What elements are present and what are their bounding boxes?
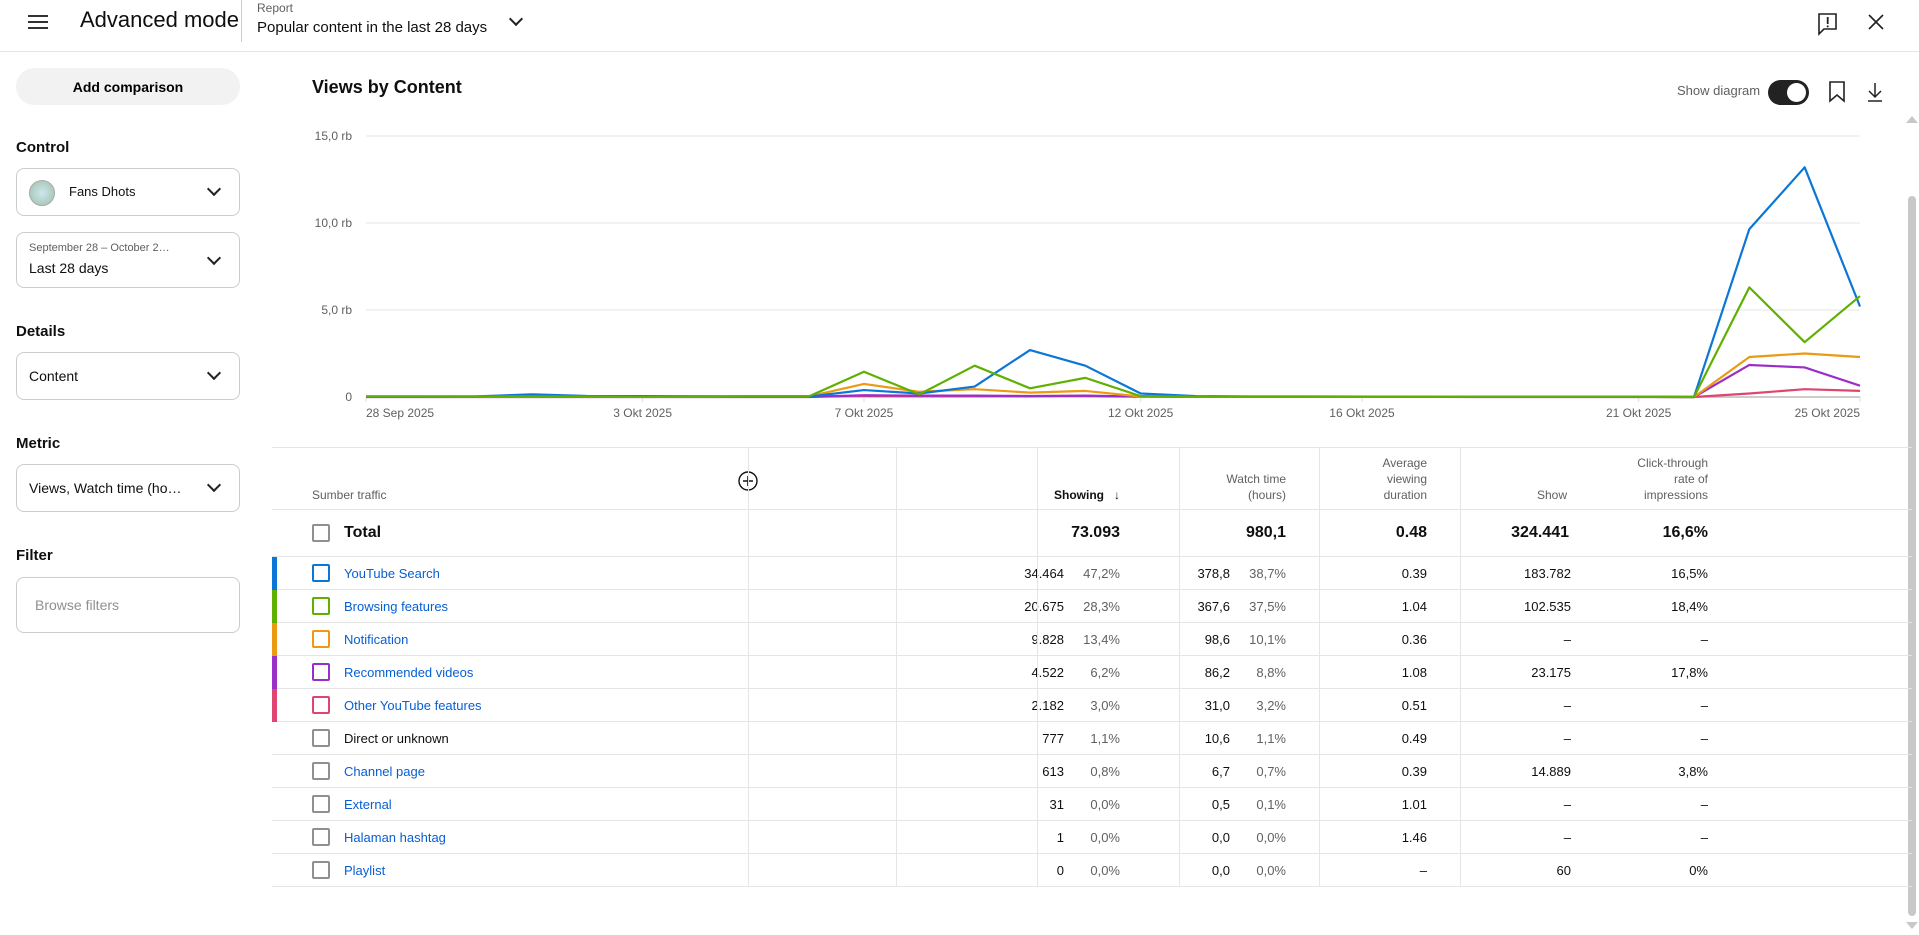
filter-input[interactable]: Browse filters (16, 577, 240, 633)
column-divider (1319, 447, 1320, 887)
col-ctr-l2: rate of (1673, 472, 1708, 486)
table-row[interactable]: Browsing features 20.675 28,3% 367,6 37,5%… (272, 590, 1912, 623)
table-row[interactable]: Recommended videos 4.522 6,2% 86,2 8,8% 1.… (272, 656, 1912, 689)
y-tick-label: 10,0 rb (315, 216, 353, 230)
total-label: Total (344, 524, 382, 541)
y-tick-label: 0 (345, 390, 352, 404)
table-header: Sumber traffic Showing ↓ Watch time (hours… (272, 447, 1912, 510)
total-checkbox[interactable] (312, 524, 330, 542)
source-name[interactable]: Notification (344, 632, 408, 647)
ctr-cell: – (1700, 697, 1708, 713)
source-name: Direct or unknown (344, 731, 449, 746)
y-tick-label: 5,0 rb (321, 303, 352, 317)
x-tick-label: 28 Sep 2025 (366, 406, 434, 420)
source-name[interactable]: Other YouTube features (344, 698, 482, 713)
col-ctr-l3: impressions (1643, 488, 1708, 502)
ctr-cell: 3,8% (1678, 763, 1708, 779)
source-name[interactable]: Channel page (344, 764, 425, 779)
x-tick-label: 21 Okt 2025 (1606, 406, 1672, 420)
source-name[interactable]: Playlist (344, 863, 385, 878)
y-tick-label: 15,0 rb (315, 129, 353, 143)
row-checkbox[interactable] (312, 828, 330, 846)
ctr-cell: – (1700, 796, 1708, 812)
source-name[interactable]: Halaman hashtag (344, 830, 446, 845)
row-checkbox[interactable] (312, 795, 330, 813)
ctr-cell: – (1700, 829, 1708, 845)
table-row[interactable]: Other YouTube features 2.182 3,0% 31,0 3,2… (272, 689, 1912, 722)
series-color-bar (272, 557, 277, 590)
metric-value: Views, Watch time (ho… (29, 480, 182, 496)
table-row[interactable]: Channel page 613 0,8% 6,7 0,7% 0.39 14.889… (272, 755, 1912, 788)
series-color-bar (272, 623, 277, 656)
source-name[interactable]: External (344, 797, 392, 812)
table-row[interactable]: Notification 9.828 13,4% 98,6 10,1% 0.36 –… (272, 623, 1912, 656)
col-ctr[interactable]: Click-through rate of impressions (1320, 448, 1708, 509)
scroll-down-arrow[interactable] (1906, 922, 1918, 929)
x-tick-label: 25 Okt 2025 (1795, 406, 1861, 420)
row-checkbox[interactable] (312, 696, 330, 714)
row-checkbox[interactable] (312, 597, 330, 615)
x-tick-label: 16 Okt 2025 (1329, 406, 1395, 420)
total-row: Total 73.093 980,1 0.48 324.441 16,6% (272, 510, 1912, 557)
row-checkbox[interactable] (312, 729, 330, 747)
col-ctr-l1: Click-through (1637, 456, 1708, 470)
ctr-cell: – (1700, 631, 1708, 647)
ctr-cell: 0% (1689, 862, 1708, 878)
table-row[interactable]: YouTube Search 34.464 47,2% 378,8 38,7% 0.… (272, 557, 1912, 590)
row-checkbox[interactable] (312, 663, 330, 681)
col-source: Sumber traffic (312, 488, 387, 502)
column-divider (1037, 447, 1038, 887)
series-color-bar (272, 590, 277, 623)
series-line-youtube-search (366, 166, 1862, 399)
source-name[interactable]: YouTube Search (344, 566, 440, 581)
x-tick-label: 12 Okt 2025 (1108, 406, 1174, 420)
table-row[interactable]: External 31 0,0% 0,5 0,1% 1.01 – – (272, 788, 1912, 821)
source-name[interactable]: Recommended videos (344, 665, 473, 680)
ctr-cell: – (1700, 730, 1708, 746)
series-line-notification (366, 352, 1861, 399)
filter-label: Filter (16, 547, 53, 564)
line-chart: 0 5,0 rb 10,0 rb 15,0 rb 28 Sep 2025 3 Okt 20… (315, 129, 1862, 420)
series-line-recommended-videos (366, 363, 1861, 399)
row-checkbox[interactable] (312, 564, 330, 582)
metric-dropdown[interactable]: Views, Watch time (ho… (16, 464, 240, 512)
scroll-up-arrow[interactable] (1906, 116, 1918, 123)
table-row[interactable]: Halaman hashtag 1 0,0% 0,0 0,0% 1.46 – – (272, 821, 1912, 854)
series-color-bar (272, 656, 277, 689)
ctr-cell: 17,8% (1671, 664, 1708, 680)
table-row[interactable]: Direct or unknown 777 1,1% 10,6 1,1% 0.49 … (272, 722, 1912, 755)
column-divider (896, 447, 897, 887)
row-checkbox[interactable] (312, 762, 330, 780)
row-checkbox[interactable] (312, 861, 330, 879)
column-divider (748, 447, 749, 887)
total-ctr: 16,6% (1662, 524, 1708, 541)
column-divider (1460, 447, 1461, 887)
row-checkbox[interactable] (312, 630, 330, 648)
table-row[interactable]: Playlist 0 0,0% 0,0 0,0% – 60 0% (272, 854, 1912, 887)
source-name[interactable]: Browsing features (344, 599, 448, 614)
filter-placeholder: Browse filters (35, 597, 120, 613)
x-tick-label: 7 Okt 2025 (835, 406, 894, 420)
series-color-bar (272, 689, 277, 722)
ctr-cell: 16,5% (1671, 565, 1708, 581)
column-divider (1179, 447, 1180, 887)
x-tick-label: 3 Okt 2025 (613, 406, 672, 420)
chevron-down-icon (206, 477, 222, 493)
ctr-cell: 18,4% (1671, 598, 1708, 614)
